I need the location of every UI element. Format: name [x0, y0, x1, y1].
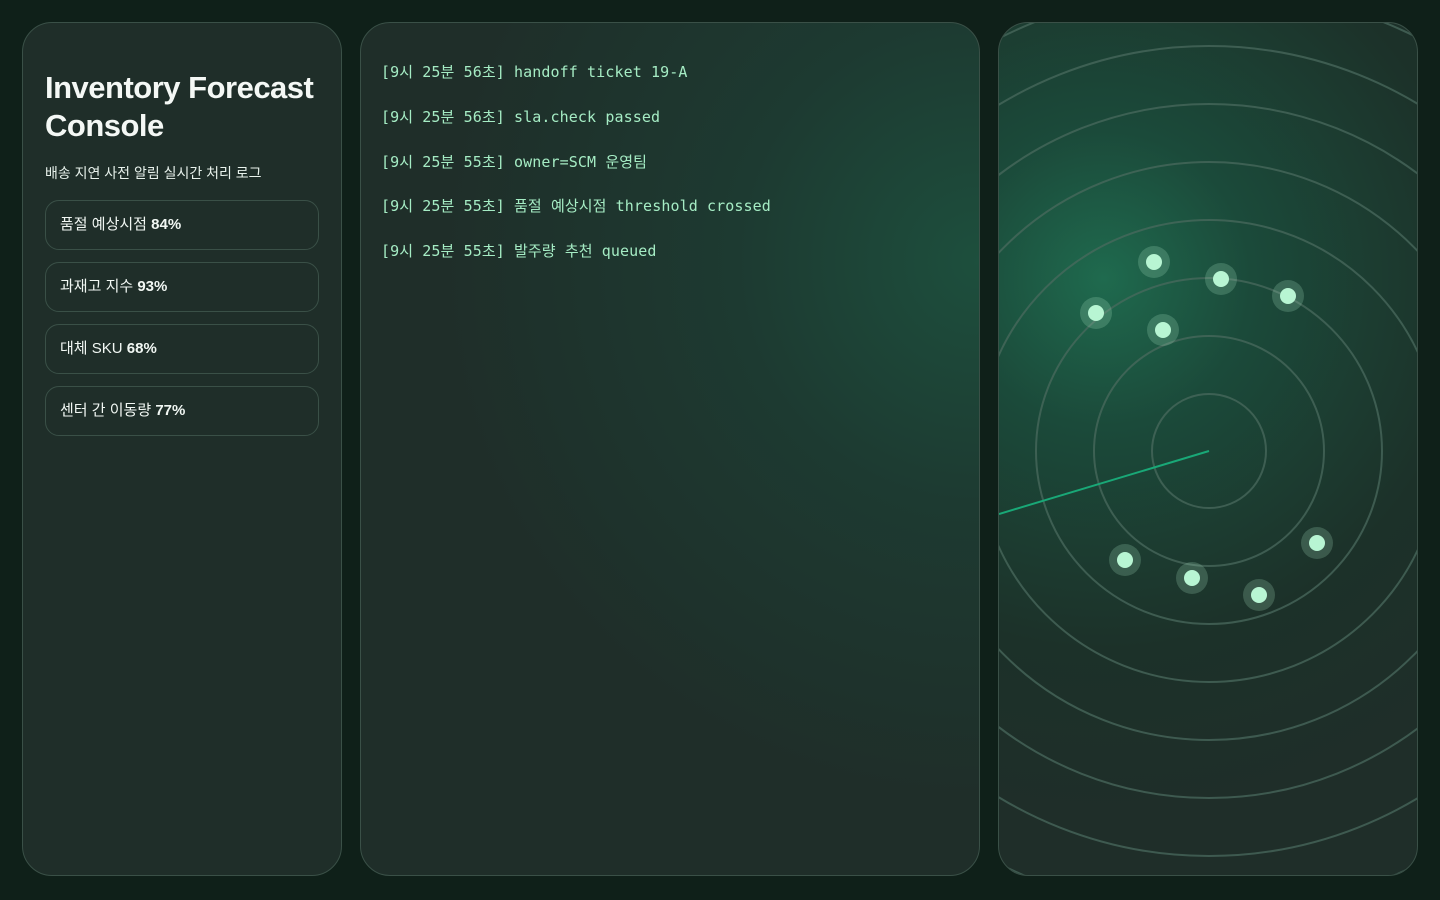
log-line: [9시 25분 56초] handoff ticket 19-A — [381, 63, 688, 81]
radar-blip — [1205, 263, 1237, 295]
metric-label: 품절 예상시점 — [60, 216, 147, 233]
page-title: Inventory Forecast Console — [45, 70, 314, 143]
radar-blip — [1138, 246, 1170, 278]
log-line: [9시 25분 55초] 품절 예상시점 threshold crossed — [381, 197, 771, 215]
metric-value: 77% — [155, 402, 186, 419]
radar-blip — [1301, 527, 1333, 559]
metrics-panel: Inventory Forecast Console 배송 지연 사전 알림 실… — [22, 22, 342, 876]
radar-blip — [1080, 297, 1112, 329]
metric-card-transfer[interactable]: 센터 간 이동량 77% — [45, 386, 319, 436]
metric-value: 93% — [137, 278, 168, 295]
radar-blip — [1176, 562, 1208, 594]
log-panel[interactable]: [9시 25분 56초] handoff ticket 19-A [9시 25분… — [360, 22, 980, 876]
radar-blip — [1272, 280, 1304, 312]
page-subtitle: 배송 지연 사전 알림 실시간 처리 로그 — [45, 165, 262, 181]
radar-blip — [1147, 314, 1179, 346]
radar-blip — [1243, 579, 1275, 611]
radar-blips — [1080, 246, 1333, 611]
radar-ring — [999, 23, 1417, 875]
metric-label: 과재고 지수 — [60, 278, 134, 295]
radar-rings — [999, 23, 1417, 875]
radar-blip — [1109, 544, 1141, 576]
log-line: [9시 25분 55초] 발주량 추천 queued — [381, 242, 657, 260]
metric-value: 68% — [126, 340, 157, 357]
log-line: [9시 25분 55초] owner=SCM 운영팀 — [381, 153, 648, 171]
metric-card-alt-sku[interactable]: 대체 SKU 68% — [45, 324, 319, 374]
metric-label: 대체 SKU — [60, 340, 123, 357]
metric-label: 센터 간 이동량 — [60, 402, 152, 419]
radar-display — [999, 23, 1417, 875]
radar-sweep-line — [999, 450, 1210, 515]
metric-value: 84% — [151, 216, 182, 233]
metric-card-stockout[interactable]: 품절 예상시점 84% — [45, 200, 319, 250]
radar-panel — [998, 22, 1418, 876]
metric-card-overstock[interactable]: 과재고 지수 93% — [45, 262, 319, 312]
log-line: [9시 25분 56초] sla.check passed — [381, 108, 661, 126]
